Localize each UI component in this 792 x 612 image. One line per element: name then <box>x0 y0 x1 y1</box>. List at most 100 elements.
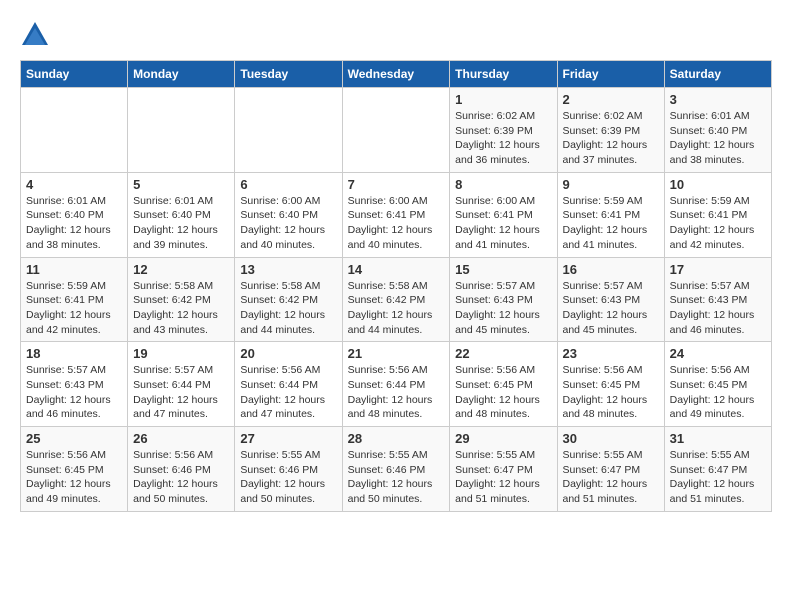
calendar-cell: 18 Sunrise: 5:57 AM Sunset: 6:43 PM Dayli… <box>21 342 128 427</box>
calendar-cell: 15 Sunrise: 5:57 AM Sunset: 6:43 PM Dayli… <box>450 257 557 342</box>
day-number: 26 <box>133 431 229 446</box>
header-saturday: Saturday <box>664 61 771 88</box>
day-number: 3 <box>670 92 766 107</box>
day-info: Sunrise: 5:56 AM Sunset: 6:45 PM Dayligh… <box>26 448 122 507</box>
day-info: Sunrise: 5:56 AM Sunset: 6:46 PM Dayligh… <box>133 448 229 507</box>
calendar-cell: 7 Sunrise: 6:00 AM Sunset: 6:41 PM Daylig… <box>342 172 450 257</box>
day-number: 14 <box>348 262 445 277</box>
day-info: Sunrise: 5:55 AM Sunset: 6:46 PM Dayligh… <box>240 448 336 507</box>
day-number: 9 <box>563 177 659 192</box>
day-info: Sunrise: 6:00 AM Sunset: 6:41 PM Dayligh… <box>348 194 445 253</box>
day-number: 20 <box>240 346 336 361</box>
page-header <box>20 20 772 50</box>
header-sunday: Sunday <box>21 61 128 88</box>
day-info: Sunrise: 6:01 AM Sunset: 6:40 PM Dayligh… <box>26 194 122 253</box>
day-info: Sunrise: 5:59 AM Sunset: 6:41 PM Dayligh… <box>670 194 766 253</box>
day-number: 6 <box>240 177 336 192</box>
calendar-cell: 6 Sunrise: 6:00 AM Sunset: 6:40 PM Daylig… <box>235 172 342 257</box>
day-info: Sunrise: 5:56 AM Sunset: 6:45 PM Dayligh… <box>455 363 551 422</box>
calendar-cell: 16 Sunrise: 5:57 AM Sunset: 6:43 PM Dayli… <box>557 257 664 342</box>
day-number: 18 <box>26 346 122 361</box>
day-info: Sunrise: 5:55 AM Sunset: 6:47 PM Dayligh… <box>455 448 551 507</box>
calendar-cell: 5Sunrise: 6:01 AM Sunset: 6:40 PM Daylig… <box>128 172 235 257</box>
day-number: 15 <box>455 262 551 277</box>
day-number: 28 <box>348 431 445 446</box>
day-number: 21 <box>348 346 445 361</box>
logo <box>20 20 54 50</box>
header-tuesday: Tuesday <box>235 61 342 88</box>
day-info: Sunrise: 5:58 AM Sunset: 6:42 PM Dayligh… <box>133 279 229 338</box>
calendar-cell: 14Sunrise: 5:58 AM Sunset: 6:42 PM Dayli… <box>342 257 450 342</box>
day-number: 23 <box>563 346 659 361</box>
calendar-cell: 1 Sunrise: 6:02 AM Sunset: 6:39 PM Daylig… <box>450 88 557 173</box>
day-number: 16 <box>563 262 659 277</box>
calendar-cell: 31 Sunrise: 5:55 AM Sunset: 6:47 PM Dayli… <box>664 427 771 512</box>
day-info: Sunrise: 5:56 AM Sunset: 6:44 PM Dayligh… <box>348 363 445 422</box>
calendar-cell <box>235 88 342 173</box>
calendar-cell: 2 Sunrise: 6:02 AM Sunset: 6:39 PM Daylig… <box>557 88 664 173</box>
calendar-cell <box>21 88 128 173</box>
day-info: Sunrise: 6:01 AM Sunset: 6:40 PM Dayligh… <box>670 109 766 168</box>
calendar-cell: 17 Sunrise: 5:57 AM Sunset: 6:43 PM Dayli… <box>664 257 771 342</box>
day-number: 11 <box>26 262 122 277</box>
day-info: Sunrise: 6:01 AM Sunset: 6:40 PM Dayligh… <box>133 194 229 253</box>
day-info: Sunrise: 6:02 AM Sunset: 6:39 PM Dayligh… <box>455 109 551 168</box>
day-info: Sunrise: 5:56 AM Sunset: 6:44 PM Dayligh… <box>240 363 336 422</box>
calendar-week-5: 25 Sunrise: 5:56 AM Sunset: 6:45 PM Dayli… <box>21 427 772 512</box>
calendar-cell: 13 Sunrise: 5:58 AM Sunset: 6:42 PM Dayli… <box>235 257 342 342</box>
day-number: 2 <box>563 92 659 107</box>
day-info: Sunrise: 5:56 AM Sunset: 6:45 PM Dayligh… <box>670 363 766 422</box>
day-number: 19 <box>133 346 229 361</box>
day-number: 22 <box>455 346 551 361</box>
day-number: 24 <box>670 346 766 361</box>
calendar-cell: 24 Sunrise: 5:56 AM Sunset: 6:45 PM Dayli… <box>664 342 771 427</box>
calendar-cell: 25 Sunrise: 5:56 AM Sunset: 6:45 PM Dayli… <box>21 427 128 512</box>
calendar-week-2: 4 Sunrise: 6:01 AM Sunset: 6:40 PM Daylig… <box>21 172 772 257</box>
calendar-cell: 11Sunrise: 5:59 AM Sunset: 6:41 PM Dayli… <box>21 257 128 342</box>
day-number: 12 <box>133 262 229 277</box>
day-info: Sunrise: 6:00 AM Sunset: 6:41 PM Dayligh… <box>455 194 551 253</box>
calendar-cell: 22 Sunrise: 5:56 AM Sunset: 6:45 PM Dayli… <box>450 342 557 427</box>
calendar-week-3: 11Sunrise: 5:59 AM Sunset: 6:41 PM Dayli… <box>21 257 772 342</box>
calendar-cell: 21 Sunrise: 5:56 AM Sunset: 6:44 PM Dayli… <box>342 342 450 427</box>
calendar-header-row: SundayMondayTuesdayWednesdayThursdayFrid… <box>21 61 772 88</box>
calendar-cell <box>342 88 450 173</box>
day-number: 8 <box>455 177 551 192</box>
calendar-cell: 10 Sunrise: 5:59 AM Sunset: 6:41 PM Dayli… <box>664 172 771 257</box>
day-info: Sunrise: 5:57 AM Sunset: 6:43 PM Dayligh… <box>455 279 551 338</box>
calendar-cell: 28Sunrise: 5:55 AM Sunset: 6:46 PM Dayli… <box>342 427 450 512</box>
day-number: 29 <box>455 431 551 446</box>
day-number: 4 <box>26 177 122 192</box>
day-number: 31 <box>670 431 766 446</box>
day-info: Sunrise: 5:57 AM Sunset: 6:43 PM Dayligh… <box>26 363 122 422</box>
calendar-cell: 23 Sunrise: 5:56 AM Sunset: 6:45 PM Dayli… <box>557 342 664 427</box>
day-number: 1 <box>455 92 551 107</box>
day-info: Sunrise: 5:58 AM Sunset: 6:42 PM Dayligh… <box>240 279 336 338</box>
logo-icon <box>20 20 50 50</box>
calendar-cell: 8 Sunrise: 6:00 AM Sunset: 6:41 PM Daylig… <box>450 172 557 257</box>
calendar-cell: 29 Sunrise: 5:55 AM Sunset: 6:47 PM Dayli… <box>450 427 557 512</box>
header-friday: Friday <box>557 61 664 88</box>
day-number: 7 <box>348 177 445 192</box>
calendar-cell: 3 Sunrise: 6:01 AM Sunset: 6:40 PM Daylig… <box>664 88 771 173</box>
day-number: 25 <box>26 431 122 446</box>
day-number: 30 <box>563 431 659 446</box>
day-info: Sunrise: 6:02 AM Sunset: 6:39 PM Dayligh… <box>563 109 659 168</box>
header-thursday: Thursday <box>450 61 557 88</box>
calendar-cell: 19 Sunrise: 5:57 AM Sunset: 6:44 PM Dayli… <box>128 342 235 427</box>
day-info: Sunrise: 5:57 AM Sunset: 6:44 PM Dayligh… <box>133 363 229 422</box>
day-info: Sunrise: 5:57 AM Sunset: 6:43 PM Dayligh… <box>563 279 659 338</box>
calendar-cell: 20 Sunrise: 5:56 AM Sunset: 6:44 PM Dayli… <box>235 342 342 427</box>
header-wednesday: Wednesday <box>342 61 450 88</box>
day-info: Sunrise: 6:00 AM Sunset: 6:40 PM Dayligh… <box>240 194 336 253</box>
day-info: Sunrise: 5:59 AM Sunset: 6:41 PM Dayligh… <box>563 194 659 253</box>
calendar-week-4: 18 Sunrise: 5:57 AM Sunset: 6:43 PM Dayli… <box>21 342 772 427</box>
day-info: Sunrise: 5:55 AM Sunset: 6:47 PM Dayligh… <box>670 448 766 507</box>
day-number: 17 <box>670 262 766 277</box>
calendar-table: SundayMondayTuesdayWednesdayThursdayFrid… <box>20 60 772 512</box>
day-info: Sunrise: 5:57 AM Sunset: 6:43 PM Dayligh… <box>670 279 766 338</box>
day-number: 10 <box>670 177 766 192</box>
calendar-cell: 26 Sunrise: 5:56 AM Sunset: 6:46 PM Dayli… <box>128 427 235 512</box>
day-info: Sunrise: 5:56 AM Sunset: 6:45 PM Dayligh… <box>563 363 659 422</box>
day-number: 13 <box>240 262 336 277</box>
